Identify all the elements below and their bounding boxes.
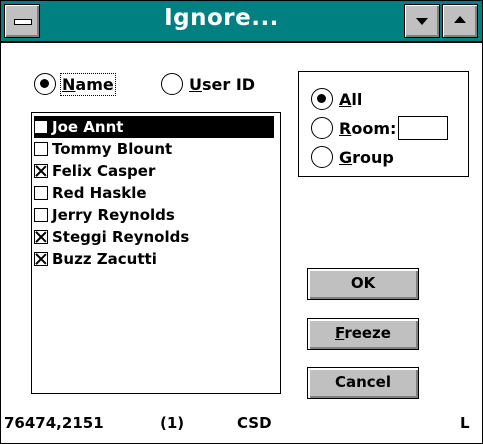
maximize-button[interactable] <box>442 4 478 38</box>
list-item-user[interactable]: Jerry Reynolds <box>34 204 175 226</box>
radio-room[interactable]: Room: <box>311 116 449 140</box>
list-item-checkbox[interactable] <box>34 120 48 134</box>
list-item-user[interactable]: Joe Annt <box>34 116 274 138</box>
radio-all[interactable]: All <box>311 88 362 110</box>
radio-name-indicator[interactable] <box>34 73 56 95</box>
list-item-user[interactable]: Buzz Zacutti <box>34 248 157 270</box>
cancel-button[interactable]: Cancel <box>307 367 419 399</box>
list-item-checkbox[interactable] <box>34 230 48 244</box>
title-bar[interactable]: Ignore... <box>1 1 482 43</box>
list-item-user[interactable]: Red Haskle <box>34 182 147 204</box>
freeze-button[interactable]: Freeze <box>307 318 419 350</box>
radio-user-id[interactable]: User ID <box>161 73 255 95</box>
minimize-button[interactable] <box>404 4 440 38</box>
room-input[interactable] <box>398 116 449 140</box>
radio-name-label: Name <box>60 72 116 96</box>
radio-all-label: All <box>339 89 363 109</box>
status-count: (1) <box>160 414 185 432</box>
status-indicator: L <box>460 414 470 432</box>
radio-room-indicator[interactable] <box>311 117 333 139</box>
list-item-name: Buzz Zacutti <box>52 250 157 268</box>
minimize-icon <box>416 18 428 25</box>
list-item-name: Steggi Reynolds <box>52 228 190 246</box>
list-item-checkbox[interactable] <box>34 252 48 266</box>
list-item-name: Tommy Blount <box>52 140 173 158</box>
list-item-checkbox[interactable] <box>34 164 48 178</box>
user-list[interactable]: Joe Annt Tommy Blount Felix Casper Red H… <box>31 112 281 394</box>
list-item-user[interactable]: Steggi Reynolds <box>34 226 189 248</box>
list-item-checkbox[interactable] <box>34 142 48 156</box>
list-item-name: Joe Annt <box>52 118 124 136</box>
radio-user-id-indicator[interactable] <box>161 73 183 95</box>
list-item-name: Felix Casper <box>52 162 156 180</box>
radio-group-indicator[interactable] <box>311 146 333 168</box>
radio-name[interactable]: Name <box>34 72 116 96</box>
radio-user-id-label: User ID <box>189 74 256 94</box>
status-service: CSD <box>237 414 272 432</box>
list-item-name: Red Haskle <box>52 184 147 202</box>
list-item-name: Jerry Reynolds <box>52 206 175 224</box>
list-item-checkbox[interactable] <box>34 208 48 222</box>
window-title: Ignore... <box>164 5 279 31</box>
radio-group[interactable]: Group <box>311 146 394 168</box>
radio-group-label: Group <box>339 147 394 167</box>
ignore-dialog: Ignore... Name User ID Joe Annt Tommy Bl… <box>0 0 483 444</box>
list-item-checkbox[interactable] <box>34 186 48 200</box>
system-menu-icon <box>14 19 32 25</box>
system-menu-button[interactable] <box>4 4 40 38</box>
radio-all-indicator[interactable] <box>311 88 333 110</box>
scope-group: All Room: Group <box>298 71 469 177</box>
maximize-icon <box>454 16 466 23</box>
list-item-user[interactable]: Felix Casper <box>34 160 155 182</box>
list-item-user[interactable]: Tommy Blount <box>34 138 172 160</box>
radio-room-label: Room: <box>339 118 397 138</box>
ok-button[interactable]: OK <box>307 268 419 300</box>
status-user-id: 76474,2151 <box>4 414 104 432</box>
